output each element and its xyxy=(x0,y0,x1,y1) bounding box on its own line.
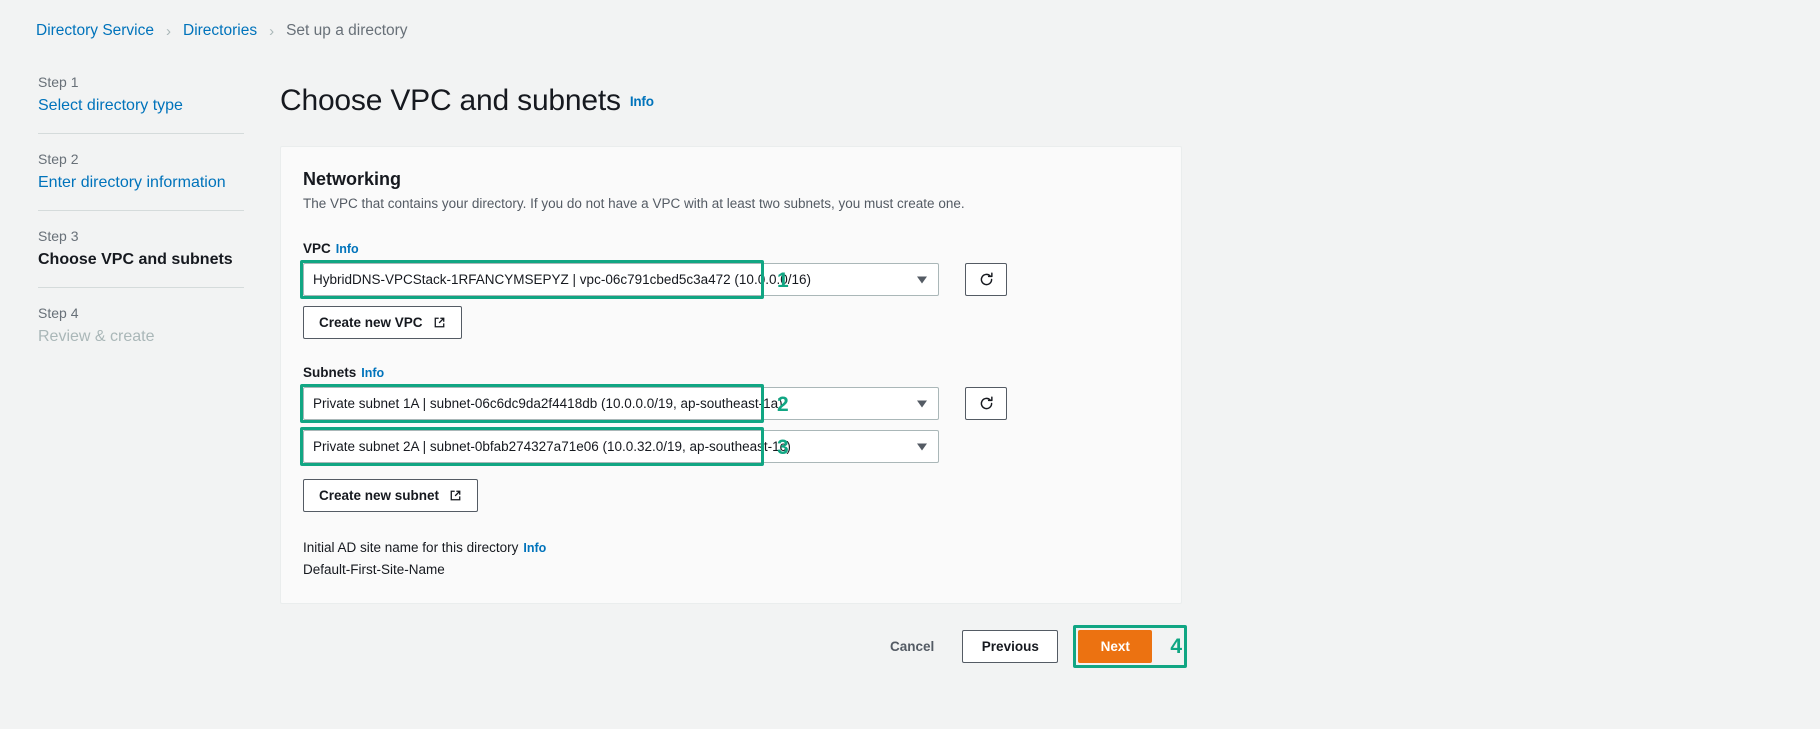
step-4-label: Review & create xyxy=(38,328,155,345)
breadcrumb-separator-icon: › xyxy=(166,22,171,40)
step-3-label: Choose VPC and subnets xyxy=(38,251,233,268)
vpc-row: HybridDNS-VPCStack-1RFANCYMSEPYZ | vpc-0… xyxy=(300,260,1159,299)
main-content: Choose VPC and subnets Info Networking Th… xyxy=(280,40,1820,668)
sidebar-item-step-4: Step 4 Review & create xyxy=(38,305,280,364)
subnets-refresh-button[interactable] xyxy=(965,387,1007,420)
step-1-number: Step 1 xyxy=(38,74,79,90)
next-button[interactable]: Next xyxy=(1078,630,1153,663)
vpc-field-label: VPC Info xyxy=(303,241,1159,256)
annotation-number-4: 4 xyxy=(1170,634,1182,658)
page-layout: Step 1 Select directory type Step 2 Ente… xyxy=(0,40,1820,668)
external-link-icon xyxy=(434,317,444,328)
breadcrumb-item-directory-service[interactable]: Directory Service xyxy=(36,22,154,40)
ad-site-section: Initial AD site name for this directory I… xyxy=(303,540,1159,577)
ad-site-info-link[interactable]: Info xyxy=(523,541,546,555)
vpc-label-text: VPC xyxy=(303,241,331,256)
sidebar-item-step-2[interactable]: Step 2 Enter directory information xyxy=(38,151,280,210)
subnet-1-select-wrapper: Private subnet 1A | subnet-06c6dc9da2f44… xyxy=(300,384,939,423)
subnet-2-select[interactable]: Private subnet 2A | subnet-0bfab274327a7… xyxy=(303,430,939,463)
step-divider xyxy=(38,287,244,288)
wizard-steps-sidebar: Step 1 Select directory type Step 2 Ente… xyxy=(0,40,280,364)
sidebar-item-step-3: Step 3 Choose VPC and subnets xyxy=(38,228,280,287)
create-new-subnet-button[interactable]: Create new subnet xyxy=(303,479,479,512)
cancel-button[interactable]: Cancel xyxy=(882,639,942,654)
page-title: Choose VPC and subnets Info xyxy=(280,84,1820,118)
vpc-info-link[interactable]: Info xyxy=(336,242,359,256)
breadcrumb-item-directories[interactable]: Directories xyxy=(183,22,257,40)
subnet-1-select[interactable]: Private subnet 1A | subnet-06c6dc9da2f44… xyxy=(303,387,939,420)
breadcrumb: Directory Service › Directories › Set up… xyxy=(0,0,1820,40)
create-new-vpc-button[interactable]: Create new VPC xyxy=(303,306,462,339)
previous-button[interactable]: Previous xyxy=(962,630,1059,663)
create-new-subnet-label: Create new subnet xyxy=(319,488,440,503)
breadcrumb-separator-icon: › xyxy=(269,22,275,40)
card-description: The VPC that contains your directory. If… xyxy=(303,196,965,211)
card-title: Networking xyxy=(303,169,402,189)
subnets-field-label: Subnets Info xyxy=(303,365,1159,380)
wizard-actions: Cancel Previous Next 4 xyxy=(280,625,1187,668)
sidebar-item-step-1[interactable]: Step 1 Select directory type xyxy=(38,74,280,133)
subnets-info-link[interactable]: Info xyxy=(361,366,384,380)
breadcrumb-item-set-up-a-directory: Set up a directory xyxy=(286,22,408,39)
step-2-number: Step 2 xyxy=(38,151,79,167)
step-divider xyxy=(38,133,244,134)
ad-site-label: Initial AD site name for this directory I… xyxy=(303,540,1159,555)
subnet-1-row: Private subnet 1A | subnet-06c6dc9da2f44… xyxy=(300,384,1159,423)
ad-site-label-text: Initial AD site name for this directory xyxy=(303,540,519,555)
step-divider xyxy=(38,210,244,211)
external-link-icon xyxy=(450,490,461,501)
step-1-label[interactable]: Select directory type xyxy=(38,97,280,115)
refresh-icon xyxy=(980,396,993,410)
vpc-select[interactable]: HybridDNS-VPCStack-1RFANCYMSEPYZ | vpc-0… xyxy=(303,263,939,296)
page-title-info-link[interactable]: Info xyxy=(630,94,654,109)
page-title-text: Choose VPC and subnets xyxy=(280,84,621,117)
vpc-refresh-button[interactable] xyxy=(965,263,1007,296)
subnet-2-select-wrapper: Private subnet 2A | subnet-0bfab274327a7… xyxy=(300,427,939,466)
step-3-number: Step 3 xyxy=(38,228,79,244)
refresh-icon xyxy=(980,272,993,286)
subnets-label-text: Subnets xyxy=(303,365,357,380)
create-new-vpc-label: Create new VPC xyxy=(319,315,423,330)
subnet-2-row: Private subnet 2A | subnet-0bfab274327a7… xyxy=(300,427,1159,466)
next-button-holder: Next 4 xyxy=(1073,625,1187,668)
ad-site-value: Default-First-Site-Name xyxy=(303,562,445,577)
step-4-number: Step 4 xyxy=(38,305,79,321)
step-2-label[interactable]: Enter directory information xyxy=(38,174,280,192)
networking-card: Networking The VPC that contains your di… xyxy=(280,146,1182,604)
vpc-select-wrapper: HybridDNS-VPCStack-1RFANCYMSEPYZ | vpc-0… xyxy=(300,260,939,299)
